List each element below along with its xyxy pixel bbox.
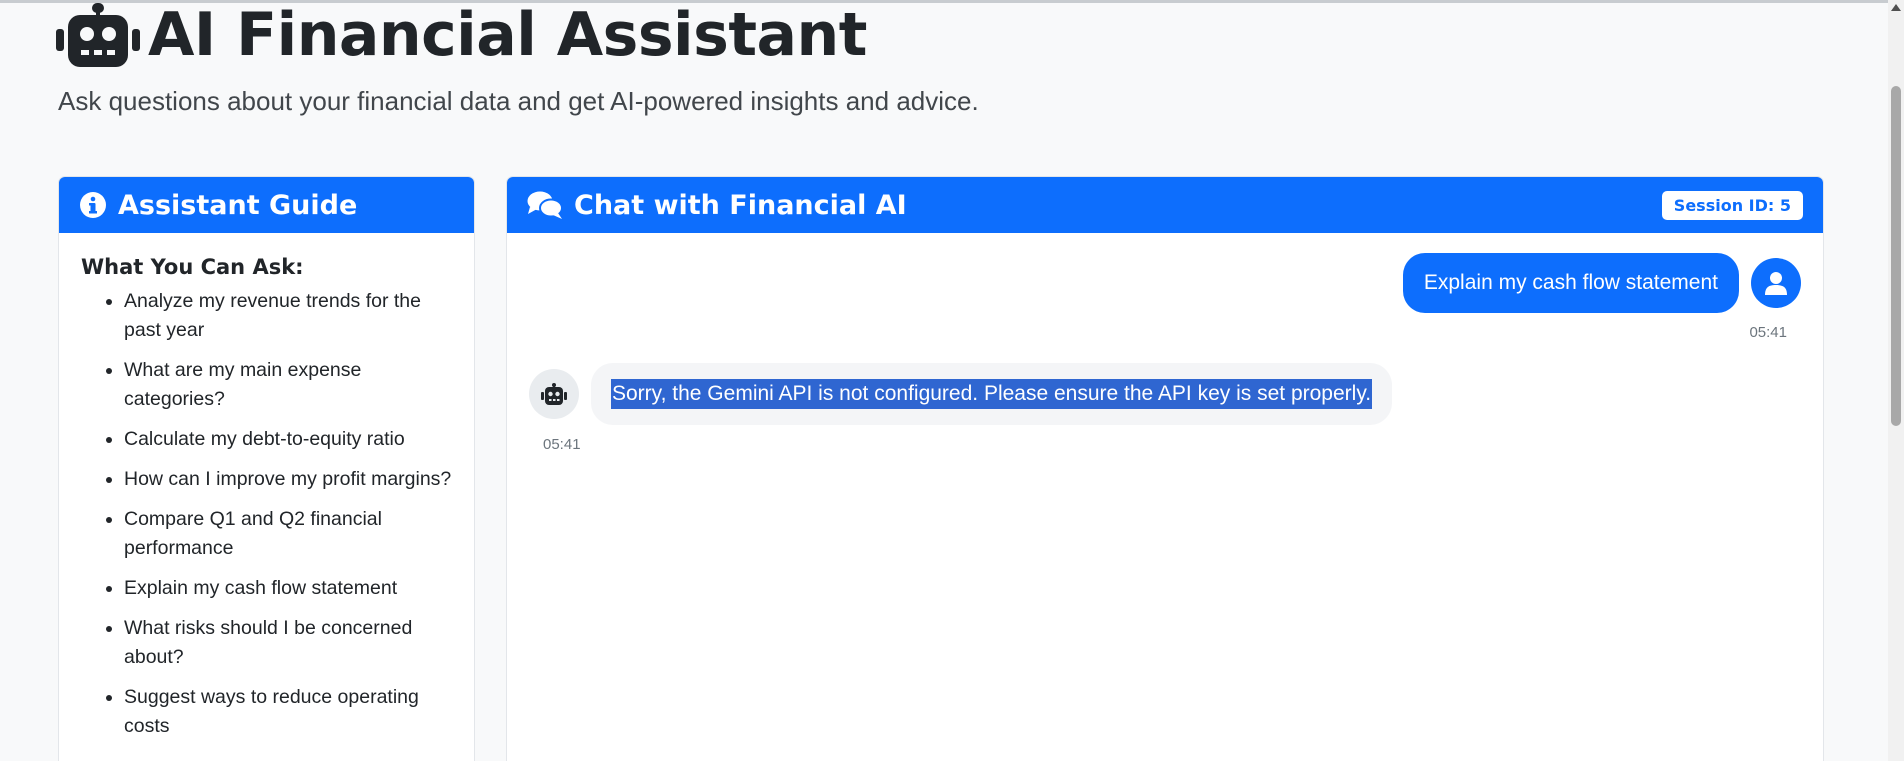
comments-icon: [527, 190, 563, 220]
assistant-guide-card: Assistant Guide What You Can Ask: Analyz…: [58, 176, 475, 761]
list-item: Explain my cash flow statement: [124, 574, 452, 603]
bot-message-bubble: Sorry, the Gemini API is not configured.…: [591, 363, 1393, 425]
chat-card: Chat with Financial AI Session ID: 5 Exp…: [506, 176, 1824, 761]
list-item: Suggest ways to reduce operating costs: [124, 683, 452, 741]
suggestion-list: Analyze my revenue trends for the past y…: [81, 287, 452, 741]
bot-message-time: 05:41: [543, 436, 581, 453]
scrollbar-thumb[interactable]: [1891, 86, 1901, 426]
list-item: How can I improve my profit margins?: [124, 465, 452, 494]
bot-avatar: [529, 369, 579, 419]
chat-header: Chat with Financial AI Session ID: 5: [507, 177, 1823, 233]
list-item: Compare Q1 and Q2 financial performance: [124, 505, 452, 563]
page: AI Financial Assistant Ask questions abo…: [0, 0, 1904, 761]
page-subtitle: Ask questions about your financial data …: [58, 86, 979, 116]
bot-message-text: Sorry, the Gemini API is not configured.…: [611, 379, 1373, 409]
assistant-guide-title: Assistant Guide: [118, 189, 358, 221]
user-icon: [1765, 272, 1787, 295]
page-scrollbar[interactable]: [1888, 0, 1904, 761]
page-title: AI Financial Assistant: [56, 2, 867, 68]
user-message: Explain my cash flow statement: [1402, 253, 1801, 313]
list-item: Calculate my debt-to-equity ratio: [124, 425, 452, 454]
info-circle-icon: [79, 191, 107, 219]
list-item: What are my main expense categories?: [124, 356, 452, 414]
user-message-time: 05:41: [1749, 324, 1787, 341]
user-message-bubble: Explain my cash flow statement: [1402, 253, 1739, 313]
session-id-badge: Session ID: 5: [1661, 190, 1803, 220]
guide-heading: What You Can Ask:: [81, 255, 304, 279]
bot-message: Sorry, the Gemini API is not configured.…: [529, 363, 1393, 425]
scroll-up-arrow-icon[interactable]: [1891, 4, 1901, 11]
robot-icon: [56, 3, 140, 67]
robot-icon: [541, 383, 567, 405]
assistant-guide-body: What You Can Ask: Analyze my revenue tre…: [59, 233, 474, 741]
chat-title: Chat with Financial AI: [574, 189, 907, 221]
list-item: What risks should I be concerned about?: [124, 614, 452, 672]
user-avatar: [1751, 258, 1801, 308]
list-item: Analyze my revenue trends for the past y…: [124, 287, 452, 345]
assistant-guide-header: Assistant Guide: [59, 177, 474, 233]
page-title-text: AI Financial Assistant: [148, 0, 867, 70]
